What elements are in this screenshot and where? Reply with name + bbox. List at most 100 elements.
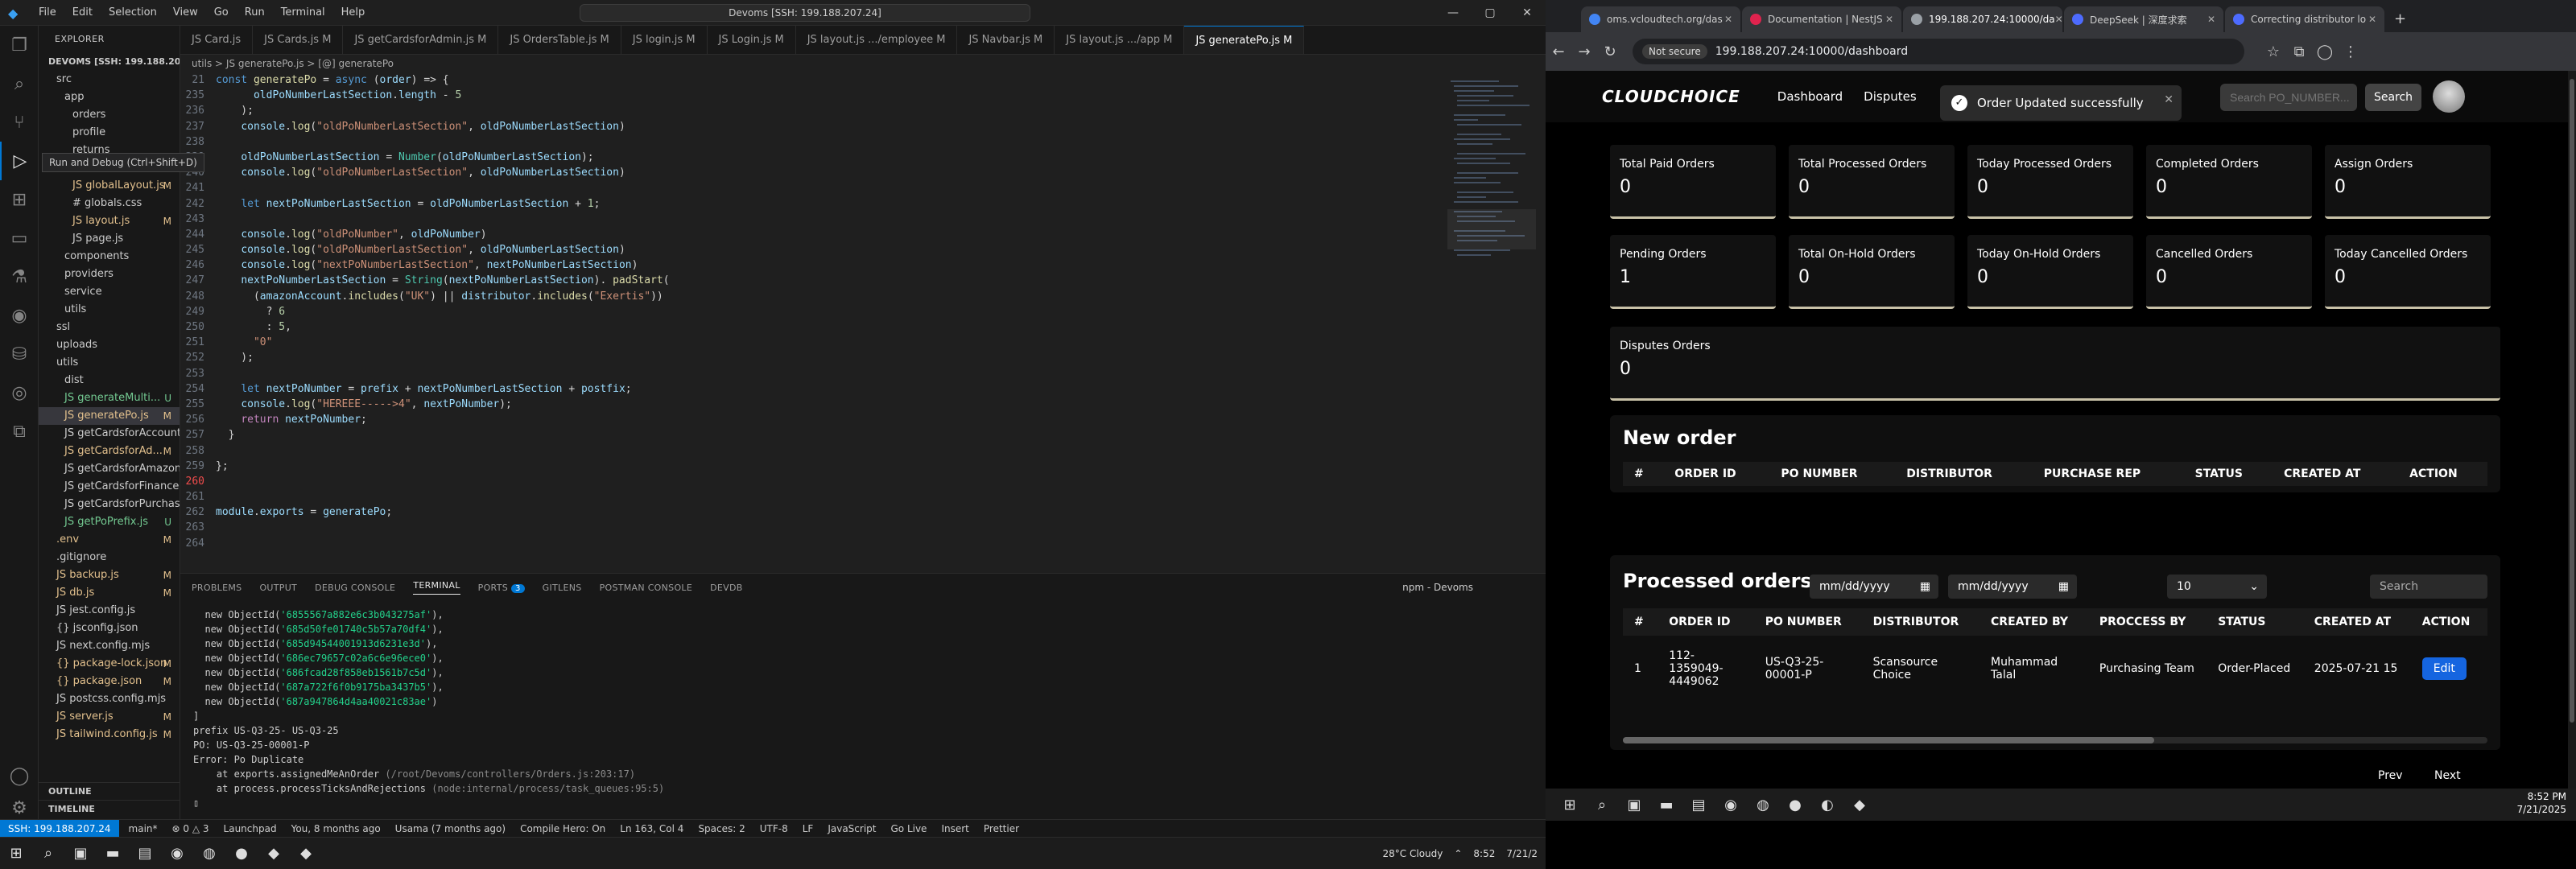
- chrome-icon[interactable]: ◉: [1715, 789, 1747, 821]
- edit-button[interactable]: Edit: [2421, 657, 2467, 680]
- minimap[interactable]: [1447, 72, 1536, 523]
- panel-tab-output[interactable]: OUTPUT: [259, 583, 297, 593]
- git-blame[interactable]: You, 8 months ago: [291, 823, 381, 834]
- tree-item[interactable]: JS next.config.mjs: [39, 637, 180, 655]
- tree-item[interactable]: JS backup.js M: [39, 566, 180, 584]
- tree-item[interactable]: uploads: [39, 336, 180, 354]
- horizontal-scrollbar[interactable]: [1623, 737, 2487, 743]
- zoom-icon[interactable]: ◍: [1747, 789, 1779, 821]
- start-icon[interactable]: ⊞: [1554, 789, 1586, 821]
- encoding[interactable]: UTF-8: [760, 823, 788, 834]
- search-button[interactable]: Search: [2365, 84, 2421, 111]
- tree-item[interactable]: JS postcss.config.mjs: [39, 690, 180, 708]
- address-bar[interactable]: Not secure 199.188.207.24:10000/dashboar…: [1633, 39, 2244, 64]
- tree-item[interactable]: JS getCardsforAmazon.js: [39, 460, 180, 478]
- editor-tab[interactable]: JS Navbar.js M: [957, 26, 1055, 54]
- panel-tab-ports[interactable]: PORTS 3: [478, 583, 525, 593]
- app-icon[interactable]: ●: [1779, 789, 1811, 821]
- testing-icon[interactable]: ⚗: [0, 257, 39, 296]
- tree-item[interactable]: JS generatePo.js M: [39, 407, 180, 425]
- terminal-output[interactable]: new ObjectId('6855567a882e6c3b043275af')…: [180, 601, 1546, 810]
- workspace-root[interactable]: DEVOMS [SSH: 199.188.20...: [39, 53, 180, 71]
- editor-tab[interactable]: JS Card.js: [180, 26, 254, 54]
- editor-tab[interactable]: JS login.js M: [621, 26, 708, 54]
- task-view-icon[interactable]: ▣: [1618, 789, 1650, 821]
- chrome-icon[interactable]: ◉: [161, 838, 193, 869]
- tree-item[interactable]: JS globalLayout.js M: [39, 177, 180, 195]
- file-explorer-icon[interactable]: ▬: [97, 838, 129, 869]
- not-secure-badge[interactable]: Not secure: [1642, 44, 1707, 59]
- browser-tab[interactable]: 199.188.207.24:10000/da ✕: [1903, 6, 2062, 32]
- eol[interactable]: LF: [803, 823, 814, 834]
- breadcrumb[interactable]: utils > JS generatePo.js > [@] generateP…: [180, 55, 1546, 72]
- tree-item[interactable]: JS getCardsforAd... M: [39, 443, 180, 460]
- menu-item-run[interactable]: Run: [237, 0, 273, 26]
- editor-tab[interactable]: JS getCardsforAdmin.js M: [343, 26, 499, 54]
- new-tab-icon[interactable]: +: [2386, 6, 2414, 32]
- close-tab-icon[interactable]: ✕: [2055, 14, 2062, 25]
- menu-item-file[interactable]: File: [31, 0, 64, 26]
- table-search-input[interactable]: Search: [2370, 575, 2487, 599]
- tree-item[interactable]: JS getCardsforPurchasi...: [39, 496, 180, 513]
- menu-item-view[interactable]: View: [165, 0, 206, 26]
- run-debug-icon[interactable]: ▷: [0, 142, 39, 180]
- search-icon[interactable]: ⌕: [32, 838, 64, 869]
- panel-tab-postman-console[interactable]: POSTMAN CONSOLE: [600, 583, 693, 593]
- close-tab-icon[interactable]: ✕: [2368, 14, 2376, 25]
- tree-item[interactable]: src: [39, 71, 180, 89]
- source-control-icon[interactable]: ⑂: [0, 103, 39, 142]
- panel-tab-terminal[interactable]: TERMINAL: [413, 580, 460, 595]
- close-tab-icon[interactable]: ✕: [1724, 14, 1732, 25]
- store-icon[interactable]: ▤: [129, 838, 161, 869]
- extensions-icon[interactable]: ⊞: [0, 180, 39, 219]
- editor-tab[interactable]: JS Login.js M: [708, 26, 796, 54]
- tree-item[interactable]: # globals.css: [39, 195, 180, 212]
- launchpad-item[interactable]: Launchpad: [224, 823, 277, 834]
- tree-item[interactable]: utils: [39, 301, 180, 319]
- editor-tab[interactable]: JS layout.js .../app M: [1055, 26, 1185, 54]
- browser-tab[interactable]: Documentation | NestJS ✕: [1742, 6, 1901, 32]
- database-icon[interactable]: ⛁: [0, 335, 39, 373]
- tree-item[interactable]: {} jsconfig.json: [39, 620, 180, 637]
- tree-item[interactable]: JS server.js M: [39, 708, 180, 726]
- start-date-input[interactable]: mm/dd/yyyy ▦: [1810, 575, 1938, 599]
- app-icon[interactable]: ◐: [1811, 789, 1843, 821]
- store-icon[interactable]: ▤: [1682, 789, 1715, 821]
- tree-item[interactable]: profile: [39, 124, 180, 142]
- page-scrollbar[interactable]: [2568, 71, 2576, 805]
- command-center[interactable]: Devoms [SSH: 199.188.207.24]: [580, 4, 1030, 22]
- maximize-icon[interactable]: ▢: [1472, 0, 1509, 26]
- tree-item[interactable]: JS tailwind.config.js M: [39, 726, 180, 743]
- tree-item[interactable]: {} package.json M: [39, 673, 180, 690]
- tree-item[interactable]: providers: [39, 266, 180, 283]
- tree-item[interactable]: .gitignore: [39, 549, 180, 566]
- insert-mode[interactable]: Insert: [941, 823, 968, 834]
- tree-item[interactable]: orders: [39, 106, 180, 124]
- minimize-icon[interactable]: —: [1435, 0, 1472, 26]
- close-icon[interactable]: ✕: [1509, 0, 1546, 26]
- bookmark-star-icon[interactable]: ☆: [2260, 43, 2286, 60]
- profile-icon[interactable]: ◯: [2312, 43, 2338, 60]
- menu-icon[interactable]: ⋮: [2338, 43, 2363, 60]
- explorer-icon[interactable]: ❐: [0, 26, 39, 64]
- compile-hero[interactable]: Compile Hero: On: [520, 823, 605, 834]
- next-button[interactable]: Next: [2434, 769, 2461, 782]
- code-editor[interactable]: 21 const generatePo = async (order) => {2…: [180, 72, 1417, 571]
- search-icon[interactable]: ⌕: [1586, 789, 1618, 821]
- avatar[interactable]: [2433, 80, 2465, 113]
- tree-item[interactable]: components: [39, 248, 180, 266]
- tree-item[interactable]: JS db.js M: [39, 584, 180, 602]
- postman-icon[interactable]: ◎: [0, 373, 39, 412]
- task-view-icon[interactable]: ▣: [64, 838, 97, 869]
- tree-item[interactable]: JS jest.config.js: [39, 602, 180, 620]
- tree-item[interactable]: JS layout.js M: [39, 212, 180, 230]
- close-tab-icon[interactable]: ✕: [1885, 14, 1893, 25]
- prev-button[interactable]: Prev: [2378, 769, 2403, 782]
- gitlens-icon[interactable]: ◉: [0, 296, 39, 335]
- menu-item-edit[interactable]: Edit: [64, 0, 101, 26]
- tree-item[interactable]: dist: [39, 372, 180, 389]
- menu-item-terminal[interactable]: Terminal: [273, 0, 333, 26]
- browser-tab[interactable]: DeepSeek | 深度求索 ✕: [2064, 6, 2223, 32]
- tree-item[interactable]: JS getCardsforAccount.js: [39, 425, 180, 443]
- editor-tab[interactable]: JS OrdersTable.js M: [498, 26, 621, 54]
